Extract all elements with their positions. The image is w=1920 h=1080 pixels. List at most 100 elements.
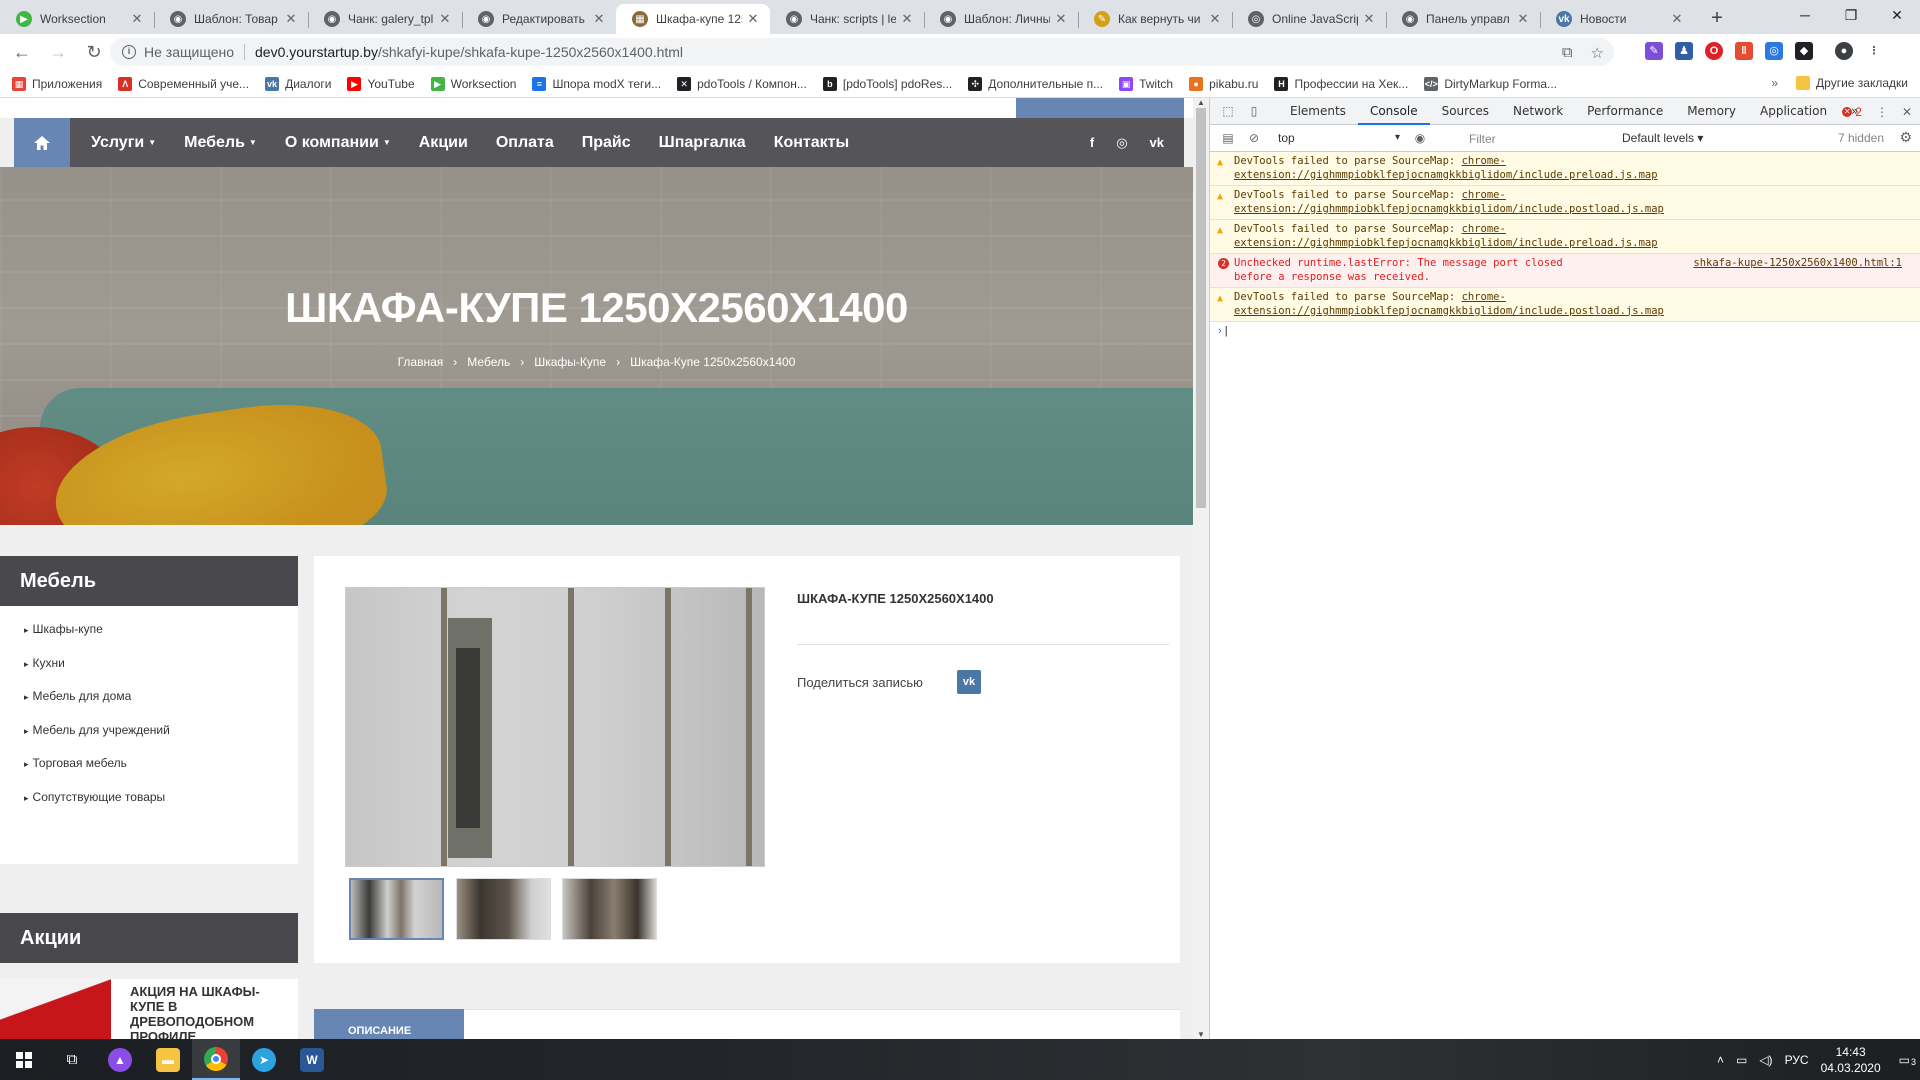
bookmarks-more-icon[interactable]: » — [1771, 76, 1778, 90]
tab-close-icon[interactable]: ✕ — [283, 11, 299, 27]
tray-expand-icon[interactable]: ˄ — [1717, 1053, 1724, 1067]
chrome-taskbar-icon[interactable] — [192, 1039, 240, 1080]
bookmark-item[interactable]: ✣ Дополнительные п... — [968, 76, 1103, 91]
tab-close-icon[interactable]: ✕ — [1361, 11, 1377, 27]
sidebar-item[interactable]: Шкафы-купе — [24, 622, 103, 636]
restore-window-icon[interactable]: ❐ — [1828, 0, 1874, 30]
promo-title[interactable]: АКЦИЯ НА ШКАФЫ-КУПЕ В ДРЕВОПОДОБНОМ ПРОФ… — [130, 984, 280, 1039]
bookmark-item[interactable]: </> DirtyMarkup Forma... — [1424, 76, 1557, 91]
windows-start-icon[interactable] — [0, 1039, 48, 1080]
close-window-icon[interactable]: ✕ — [1874, 0, 1920, 30]
browser-tab[interactable]: ◉ Панель управл ✕ — [1386, 4, 1540, 34]
nav-item[interactable]: Мебель ▼ — [184, 134, 257, 152]
nav-item[interactable]: Услуги ▼ — [91, 134, 156, 152]
nav-item[interactable]: О компании ▼ — [285, 134, 391, 152]
console-settings-gear-icon[interactable]: ⚙ — [1899, 129, 1912, 146]
nav-home-button[interactable] — [14, 118, 70, 167]
sidebar-item[interactable]: Мебель для дома — [24, 689, 132, 703]
context-select[interactable]: top — [1274, 128, 1404, 148]
page-scrollbar[interactable]: ▲ ▼ — [1193, 98, 1209, 1039]
nav-item[interactable]: Шпаргалка — [659, 134, 746, 152]
breadcrumb-item[interactable]: Главная — [398, 355, 444, 369]
bookmark-item[interactable]: ▦ Приложения — [12, 76, 102, 91]
tab-close-icon[interactable]: ✕ — [437, 11, 453, 27]
devtools-tab[interactable]: Sources — [1430, 98, 1501, 125]
translate-icon[interactable]: ⧉ — [1562, 44, 1573, 62]
tab-close-icon[interactable]: ✕ — [1669, 11, 1685, 27]
facebook-icon[interactable]: f — [1090, 135, 1094, 150]
bookmark-item[interactable]: Λ Современный уче... — [118, 76, 249, 91]
browser-tab[interactable]: ◉ Редактировать ✕ — [462, 4, 616, 34]
extension-target-icon[interactable]: ◎ — [1765, 42, 1783, 60]
product-thumbnail[interactable] — [456, 878, 551, 940]
product-thumbnail[interactable] — [349, 878, 444, 940]
word-icon[interactable]: W — [288, 1039, 336, 1080]
address-bar[interactable]: i Не защищено dev0.yourstartup.by/shkafy… — [110, 38, 1614, 66]
back-button[interactable]: ← — [8, 38, 36, 66]
devtools-menu-icon[interactable]: ⋮ — [1876, 105, 1888, 119]
notifications-icon[interactable]: ▭ 3 — [1899, 1053, 1916, 1067]
forward-button[interactable]: → — [44, 38, 72, 66]
minimize-window-icon[interactable]: ─ — [1782, 0, 1828, 30]
live-expression-eye-icon[interactable]: ◉ — [1412, 130, 1428, 146]
sidebar-item[interactable]: Сопутствующие товары — [24, 790, 166, 804]
devtools-tab[interactable]: Performance — [1575, 98, 1675, 125]
vk-icon[interactable]: vk — [1150, 135, 1164, 150]
extension-cube-icon[interactable]: ◆ — [1795, 42, 1813, 60]
browser-tab[interactable]: ◉ Шаблон: Товар ✕ — [154, 4, 308, 34]
devtools-tab[interactable]: Elements — [1278, 98, 1358, 125]
bookmark-item[interactable]: ▶ Worksection — [430, 76, 516, 91]
devtools-close-icon[interactable]: ✕ — [1902, 105, 1912, 119]
telegram-icon[interactable]: ➤ — [240, 1039, 288, 1080]
devtools-tab[interactable]: Application — [1748, 98, 1839, 125]
promo-image[interactable] — [0, 979, 111, 1039]
bookmark-item[interactable]: ✕ pdoTools / Компон... — [677, 76, 807, 91]
url-text[interactable]: dev0.yourstartup.by/shkafyi-kupe/shkafa-… — [255, 44, 683, 60]
sidebar-item[interactable]: Торговая мебель — [24, 756, 127, 770]
browser-tab[interactable]: vk Новости ✕ — [1540, 4, 1694, 34]
tab-close-icon[interactable]: ✕ — [591, 11, 607, 27]
console-filter-input[interactable]: Filter — [1464, 128, 1614, 148]
info-icon[interactable]: i — [122, 45, 136, 59]
network-icon[interactable]: ▭ — [1736, 1053, 1747, 1067]
bookmark-item[interactable]: H Профессии на Хек... — [1274, 76, 1408, 91]
bookmark-item[interactable]: ● pikabu.ru — [1189, 76, 1258, 91]
task-view-icon[interactable]: ⧉ — [48, 1039, 96, 1080]
sidebar-item[interactable]: Мебель для учреждений — [24, 723, 170, 737]
extension-bars-icon[interactable]: ‖ — [1735, 42, 1753, 60]
error-count-badge[interactable]: ✕ 2 — [1842, 105, 1862, 119]
tab-close-icon[interactable]: ✕ — [745, 11, 761, 27]
scrollbar-thumb[interactable] — [1196, 108, 1206, 508]
tab-close-icon[interactable]: ✕ — [1515, 11, 1531, 27]
tab-close-icon[interactable]: ✕ — [1207, 11, 1223, 27]
nav-item[interactable]: Акции — [419, 134, 468, 152]
product-main-photo[interactable] — [345, 587, 765, 867]
language-indicator[interactable]: РУС — [1785, 1053, 1809, 1067]
log-levels-select[interactable]: Default levels ▾ — [1622, 131, 1703, 145]
tab-close-icon[interactable]: ✕ — [1053, 11, 1069, 27]
sidebar-item[interactable]: Кухни — [24, 656, 65, 670]
console-source-link[interactable]: shkafa-kupe-1250x2560x1400.html:1 — [1693, 257, 1902, 271]
bookmark-item[interactable]: ▣ Twitch — [1119, 76, 1173, 91]
avatar[interactable]: ● — [1835, 42, 1853, 60]
nav-item[interactable]: Прайс — [582, 134, 631, 152]
file-explorer-icon[interactable]: ▬ — [144, 1039, 192, 1080]
new-tab-button[interactable]: + — [1702, 4, 1732, 34]
alice-assistant-icon[interactable]: ▲ — [96, 1039, 144, 1080]
reload-button[interactable]: ↻ — [80, 38, 108, 66]
extension-pen-icon[interactable]: ✎ — [1645, 42, 1663, 60]
tab-close-icon[interactable]: ✕ — [129, 11, 145, 27]
device-toolbar-icon[interactable]: ▯ — [1246, 103, 1262, 119]
bookmark-item[interactable]: ≡ Шпора modX теги... — [532, 76, 661, 91]
product-thumbnail[interactable] — [562, 878, 657, 940]
bookmark-item[interactable]: vk Диалоги — [265, 76, 331, 91]
instagram-icon[interactable]: ◎ — [1116, 135, 1127, 151]
promo-card[interactable]: АКЦИЯ НА ШКАФЫ-КУПЕ В ДРЕВОПОДОБНОМ ПРОФ… — [0, 979, 298, 1039]
bookmark-item[interactable]: b [pdoTools] pdoRes... — [822, 76, 952, 91]
bookmark-item[interactable]: ▶ YouTube — [347, 76, 415, 91]
clock[interactable]: 14:43 04.03.2020 — [1821, 1044, 1881, 1076]
clear-console-icon[interactable]: ⊘ — [1246, 130, 1262, 146]
browser-tab[interactable]: ◉ Чанк: scripts | le ✕ — [770, 4, 924, 34]
devtools-tab[interactable]: Console — [1357, 98, 1430, 125]
console-prompt[interactable]: › | — [1210, 322, 1920, 340]
